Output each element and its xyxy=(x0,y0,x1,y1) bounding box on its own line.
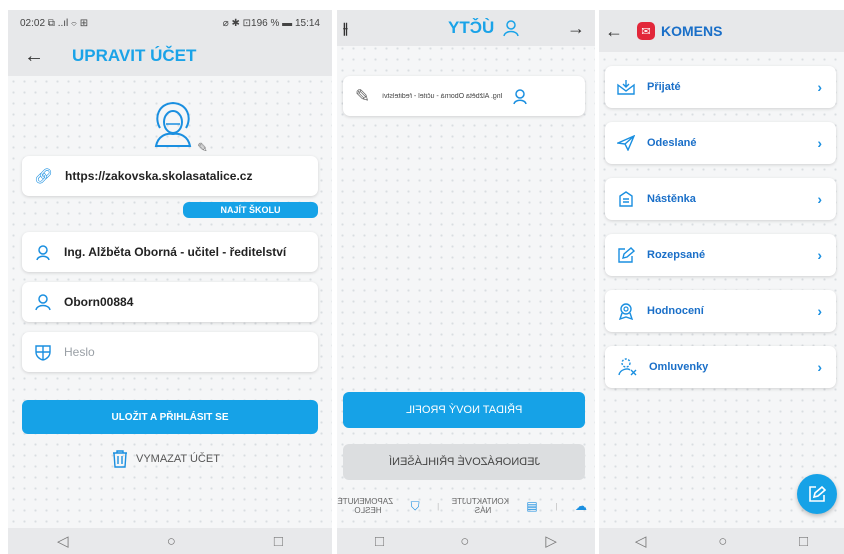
forward-arrow-icon[interactable]: → xyxy=(567,18,585,39)
school-url-value: https://zakovska.skolasatalice.cz xyxy=(65,169,253,183)
school-url-field[interactable]: 🔗︎ https://zakovska.skolasatalice.cz xyxy=(22,156,318,196)
user-avatar-icon xyxy=(512,89,527,105)
password-placeholder: Heslo xyxy=(64,345,95,359)
chevron-right-icon: › xyxy=(817,247,822,263)
add-profile-button[interactable]: PŘIDAT NOVÝ PROFIL xyxy=(343,392,585,428)
nav-back[interactable]: ◁ xyxy=(57,532,69,550)
status-right: ⌀ ✱ ⊡196 % ▬ 15:14 xyxy=(222,17,320,29)
compose-icon xyxy=(809,485,826,502)
one-time-login-button[interactable]: JEDNORÁZOVÉ PŘIHLÁŠENÍ xyxy=(343,444,585,480)
back-arrow-icon[interactable]: ← xyxy=(24,45,44,68)
page-title: UPRAVIT ÚČET xyxy=(72,46,197,65)
chevron-right-icon: › xyxy=(817,135,822,151)
menu-label: Odeslané xyxy=(647,137,697,149)
page-title: ÚČTY xyxy=(447,18,495,37)
username-value: Oborn00884 xyxy=(64,295,134,309)
system-nav-bar: □ ○ ▷ xyxy=(337,528,595,554)
add-profile-label: PŘIDAT NOVÝ PROFIL xyxy=(405,404,523,416)
menu-label: Hodnocení xyxy=(647,305,704,317)
link-icon: 🔗︎ xyxy=(34,168,54,185)
status-left: 02:02 ⧉ ..ıl ⌔ ⊞ xyxy=(20,17,89,29)
password-field[interactable]: Heslo xyxy=(22,332,318,372)
menu-item-prijate[interactable]: Přijaté › xyxy=(605,66,836,108)
separator: | xyxy=(437,501,440,511)
status-bar: 02:02 ⧉ ..ıl ⌔ ⊞ ⌀ ✱ ⊡196 % ▬ 15:14 xyxy=(8,10,332,36)
cloud-upload-icon[interactable]: ☁ xyxy=(575,499,587,513)
shield-icon xyxy=(35,345,51,361)
menu-label: Rozepsané xyxy=(647,249,706,261)
user-avatar-icon xyxy=(36,245,50,261)
nav-back[interactable]: ◁ xyxy=(635,532,647,550)
menu-item-rozepsane[interactable]: Rozepsané › xyxy=(605,234,836,276)
nav-back[interactable]: ▷ xyxy=(545,532,557,550)
komens-logo-icon: ✉ xyxy=(637,22,655,40)
system-nav-bar: ◁ ○ □ xyxy=(599,528,844,554)
chat-icon: ▤ xyxy=(526,499,538,513)
inbox-icon xyxy=(617,80,635,95)
chevron-right-icon: › xyxy=(817,359,822,375)
app-bar: ⫲ ÚČTY → xyxy=(337,10,595,46)
find-school-button[interactable]: NAJÍT ŠKOLU xyxy=(183,202,318,218)
accounts-screen: ⫲ ÚČTY → ✎ Ing. Alžběta Oborná - učitel … xyxy=(337,10,595,554)
trash-icon xyxy=(113,450,127,468)
equalizer-icon[interactable]: ⫲ xyxy=(343,20,348,37)
separator: | xyxy=(555,501,558,511)
system-nav-bar: ◁ ○ □ xyxy=(8,528,332,554)
user-name-value: Ing. Alžběta Oborná - učitel - ředitelst… xyxy=(64,245,287,259)
nav-home[interactable]: ○ xyxy=(718,533,727,550)
app-bar: ← UPRAVIT ÚČET xyxy=(8,36,332,76)
person-excuse-icon xyxy=(618,358,637,376)
profile-card[interactable]: ✎ Ing. Alžběta Oborná - učitel - ředitel… xyxy=(343,76,585,116)
menu-label: Nástěnka xyxy=(647,193,696,205)
profile-text: Ing. Alžběta Oborná - učitel - ředitelst… xyxy=(382,92,503,100)
pencil-icon: ✎ xyxy=(197,140,208,155)
nav-recents[interactable]: □ xyxy=(375,533,384,550)
save-and-login-button[interactable]: ULOŽIT A PŘIHLÁSIT SE xyxy=(22,400,318,434)
menu-label: Omluvenky xyxy=(649,361,709,373)
app-bar: ← ✉ KOMENS xyxy=(599,10,844,52)
compose-fab[interactable] xyxy=(797,474,837,514)
noticeboard-icon xyxy=(619,191,633,207)
page-title: KOMENS xyxy=(661,23,723,39)
menu-label: Přijaté xyxy=(647,81,681,93)
delete-account-label: VYMAZAT ÚČET xyxy=(136,453,220,465)
chevron-right-icon: › xyxy=(817,191,822,207)
nav-recents[interactable]: □ xyxy=(274,533,283,550)
komens-screen: ← ✉ KOMENS Přijaté › Odeslané › Nástěnka… xyxy=(599,10,844,554)
chevron-right-icon: › xyxy=(817,79,822,95)
username-field[interactable]: Oborn00884 xyxy=(22,282,318,322)
chevron-right-icon: › xyxy=(817,303,822,319)
menu-item-nastenka[interactable]: Nástěnka › xyxy=(605,178,836,220)
paper-plane-icon xyxy=(617,135,635,151)
contact-us-link[interactable]: KONTAKTUJTE NÁS xyxy=(452,497,509,515)
one-time-login-label: JEDNORÁZOVÉ PŘIHLÁŠENÍ xyxy=(388,456,540,468)
user-name-field[interactable]: Ing. Alžběta Oborná - učitel - ředitelst… xyxy=(22,232,318,272)
shield-icon: ⛉ xyxy=(410,498,420,513)
person-icon xyxy=(35,294,51,311)
avatar[interactable]: ✎ xyxy=(146,98,208,155)
nav-home[interactable]: ○ xyxy=(460,533,469,550)
menu-item-omluvenky[interactable]: Omluvenky › xyxy=(605,346,836,388)
footer-links: ZAPOMENUTÉ HESLO ⛉ | KONTAKTUJTE NÁS ▤ |… xyxy=(337,494,587,518)
forgot-password-link[interactable]: ZAPOMENUTÉ HESLO xyxy=(337,497,393,515)
nav-recents[interactable]: □ xyxy=(799,533,808,550)
back-arrow-icon[interactable]: ← xyxy=(605,21,623,42)
menu-item-hodnoceni[interactable]: Hodnocení › xyxy=(605,290,836,332)
person-icon xyxy=(503,20,519,37)
pencil-icon[interactable]: ✎ xyxy=(355,86,370,107)
award-icon xyxy=(618,303,634,320)
teacher-avatar-icon xyxy=(154,101,192,147)
nav-home[interactable]: ○ xyxy=(167,533,176,550)
delete-account-button[interactable]: VYMAZAT ÚČET xyxy=(112,450,220,468)
edit-account-screen: 02:02 ⧉ ..ıl ⌔ ⊞ ⌀ ✱ ⊡196 % ▬ 15:14 ← UP… xyxy=(8,10,332,554)
edit-icon xyxy=(618,247,635,263)
menu-item-odeslane[interactable]: Odeslané › xyxy=(605,122,836,164)
screenshot-collage: 02:02 ⧉ ..ıl ⌔ ⊞ ⌀ ✱ ⊡196 % ▬ 15:14 ← UP… xyxy=(0,0,844,554)
